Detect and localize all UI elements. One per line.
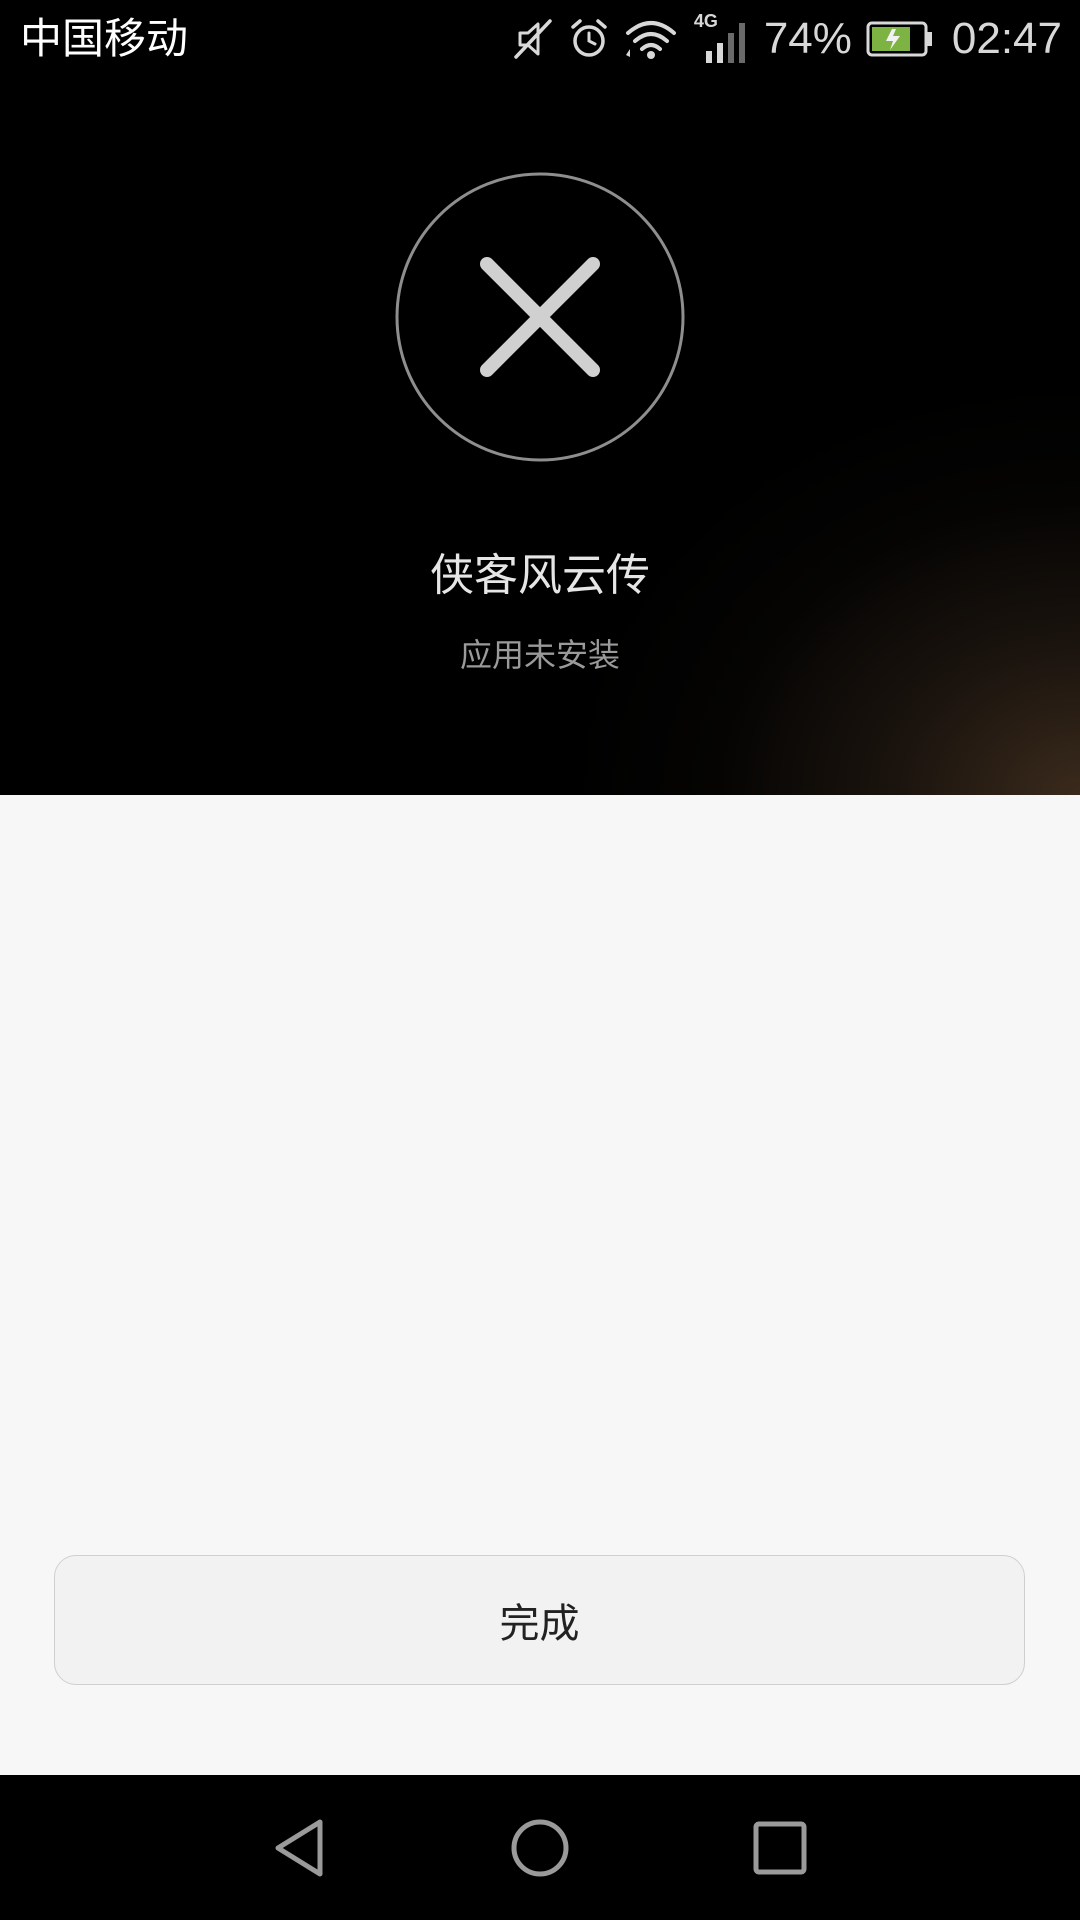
wifi-icon xyxy=(625,21,676,59)
app-name: 侠客风云传 xyxy=(430,550,650,601)
content-area: 完成 xyxy=(0,795,1080,1775)
status-icons: 4G 74% 02:47 xyxy=(512,0,1062,78)
carrier-name: 中国移动 xyxy=(20,14,189,63)
battery-percent: 74% xyxy=(763,14,852,63)
clock: 02:47 xyxy=(951,14,1062,63)
install-failed-close-icon xyxy=(395,172,685,462)
recents-button[interactable] xyxy=(720,1775,840,1920)
home-button[interactable] xyxy=(480,1775,600,1920)
alarm-icon xyxy=(571,19,607,57)
install-status-message: 应用未安装 xyxy=(459,636,620,674)
done-button-label: 完成 xyxy=(499,1601,580,1647)
done-button[interactable]: 完成 xyxy=(54,1555,1025,1685)
back-icon xyxy=(275,1819,323,1876)
battery-charging-icon xyxy=(866,21,932,57)
back-button[interactable] xyxy=(240,1775,360,1920)
navigation-bar xyxy=(0,1775,1080,1920)
status-bar: 中国移动 4G 74% 02:47 xyxy=(0,0,1080,78)
install-result-screen: 侠客风云传 应用未安装 中国移动 4G 74% 02:47 完成 xyxy=(0,0,1080,1920)
home-icon xyxy=(511,1819,569,1876)
recents-icon xyxy=(753,1821,807,1874)
result-header: 侠客风云传 应用未安装 xyxy=(0,0,1080,795)
mute-icon xyxy=(514,19,552,59)
signal-icon: 4G xyxy=(692,9,750,69)
